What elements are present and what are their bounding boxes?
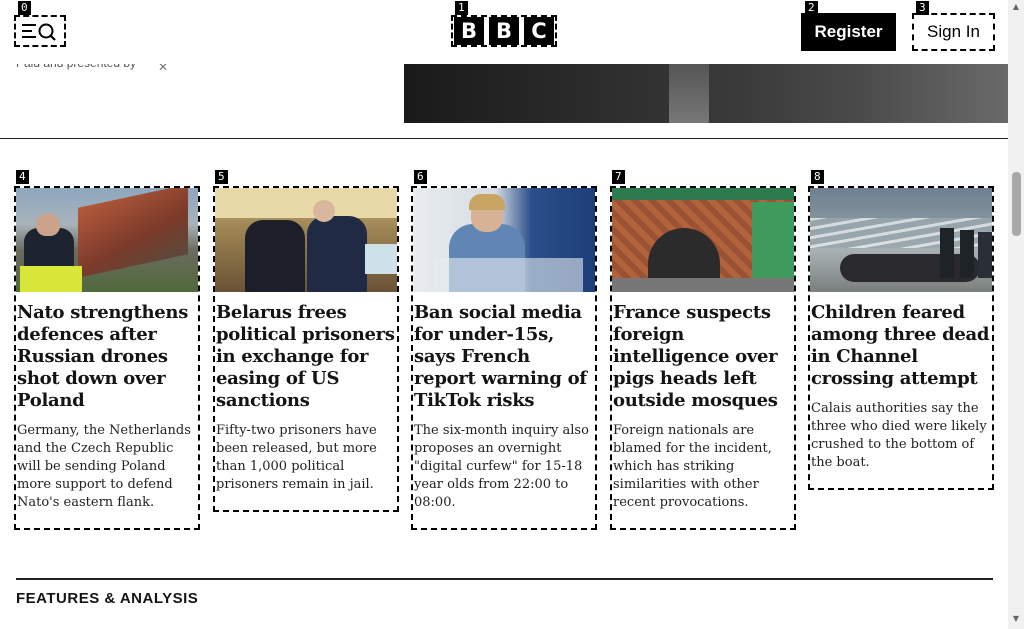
story-card[interactable]: France suspects foreign intelligence ove…	[610, 186, 796, 530]
promo-image[interactable]	[404, 64, 1009, 123]
logo-letter: B	[489, 17, 519, 45]
marker-label: 0	[18, 1, 31, 15]
story-card[interactable]: Ban social media for under-15s, says Fre…	[411, 186, 597, 530]
marker-label: 7	[612, 170, 625, 184]
header-bar: B B C Register Sign In	[0, 0, 1008, 64]
marker-label: 5	[215, 170, 228, 184]
scrollbar-track[interactable]	[1008, 0, 1024, 629]
story-image[interactable]	[810, 188, 992, 292]
marker-label: 1	[455, 1, 468, 15]
logo-letter: C	[524, 17, 554, 45]
marker-label: 8	[811, 170, 824, 184]
story-image[interactable]	[16, 188, 198, 292]
story-summary: The six-month inquiry also proposes an o…	[414, 423, 589, 510]
features-heading[interactable]: FEATURES & ANALYSIS	[16, 590, 198, 607]
marker-label: 6	[414, 170, 427, 184]
story-headline[interactable]: Ban social media for under-15s, says Fre…	[413, 302, 595, 412]
story-summary: Foreign nationals are blamed for the inc…	[613, 423, 772, 510]
menu-search-button[interactable]	[14, 15, 66, 47]
story-headline[interactable]: Belarus frees political prisoners in exc…	[215, 302, 397, 412]
marker-label: 2	[805, 1, 818, 15]
scrollbar-thumb[interactable]	[1012, 172, 1021, 236]
promo-image-detail	[669, 64, 709, 123]
story-card[interactable]: Children feared among three dead in Chan…	[808, 186, 994, 490]
story-headline[interactable]: Children feared among three dead in Chan…	[810, 302, 992, 390]
story-summary: Germany, the Netherlands and the Czech R…	[17, 423, 191, 510]
story-card[interactable]: Belarus frees political prisoners in exc…	[213, 186, 399, 512]
story-card[interactable]: Nato strengthens defences after Russian …	[14, 186, 200, 530]
scroll-up-icon[interactable]: ▲	[1011, 2, 1021, 12]
story-summary: Fifty-two prisoners have been released, …	[216, 423, 377, 492]
menu-search-icon	[22, 23, 56, 41]
features-divider	[16, 578, 993, 580]
bbc-logo[interactable]: B B C	[451, 15, 557, 47]
section-divider	[0, 138, 1008, 139]
story-image[interactable]	[215, 188, 397, 292]
logo-letter: B	[454, 17, 484, 45]
scroll-down-icon[interactable]: ▼	[1011, 614, 1021, 624]
story-image[interactable]	[612, 188, 794, 292]
story-headline[interactable]: France suspects foreign intelligence ove…	[612, 302, 794, 412]
sign-in-button[interactable]: Sign In	[912, 13, 995, 51]
story-image[interactable]	[413, 188, 595, 292]
marker-label: 4	[16, 170, 29, 184]
register-button[interactable]: Register	[801, 13, 896, 51]
story-headline[interactable]: Nato strengthens defences after Russian …	[16, 302, 198, 412]
story-summary: Calais authorities say the three who die…	[811, 401, 987, 470]
marker-label: 3	[916, 1, 929, 15]
